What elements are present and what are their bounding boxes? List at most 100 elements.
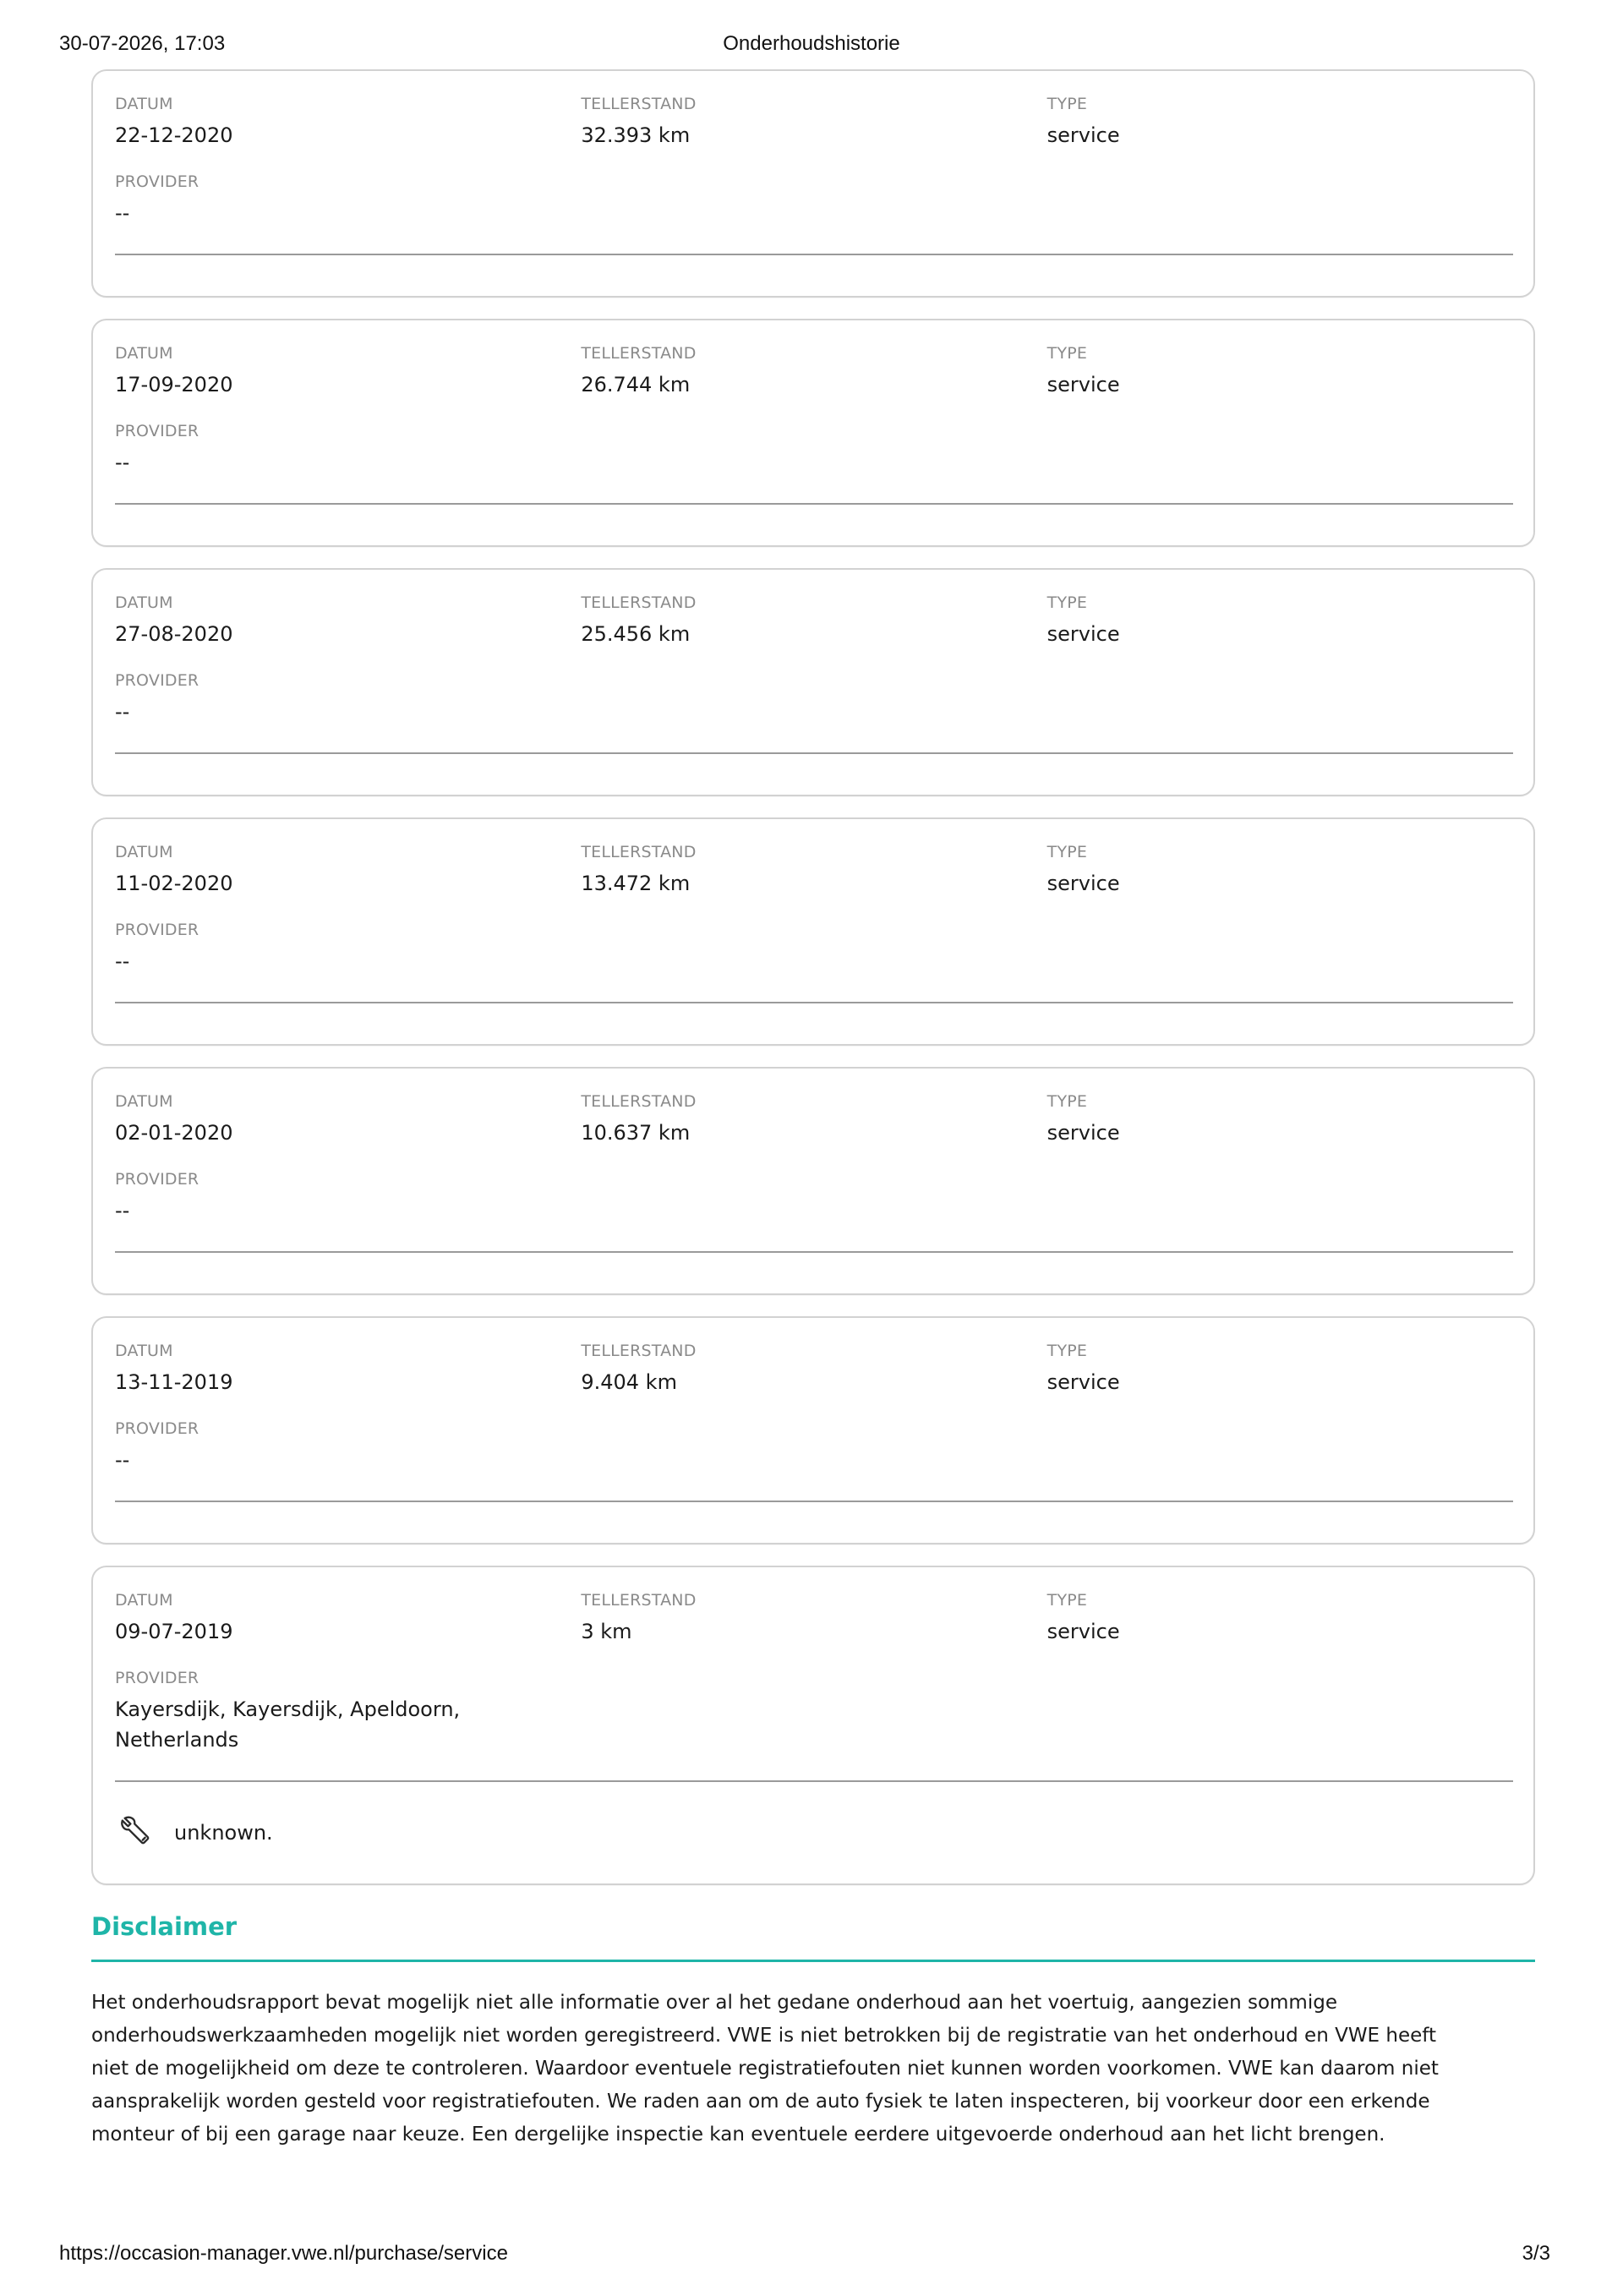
provider-label: PROVIDER xyxy=(115,172,199,191)
provider-value-line2: Netherlands xyxy=(115,1728,239,1752)
provider-field: PROVIDER -- xyxy=(115,422,1513,476)
provider-field: PROVIDER -- xyxy=(115,671,1513,725)
page-number: 3/3 xyxy=(1522,2242,1550,2265)
maintenance-record: DATUM 02-01-2020 TELLERSTAND 10.637 km T… xyxy=(91,1067,1535,1295)
maintenance-record: DATUM 27-08-2020 TELLERSTAND 25.456 km T… xyxy=(91,568,1535,796)
tellerstand-field: TELLERSTAND 32.393 km xyxy=(581,95,1046,149)
disclaimer-line: aansprakelijk worden gesteld voor regist… xyxy=(91,2091,1430,2113)
provider-value: -- xyxy=(115,451,130,474)
datum-label: DATUM xyxy=(115,95,173,113)
type-value: service xyxy=(1046,123,1120,147)
type-label: TYPE xyxy=(1046,344,1088,363)
maintenance-record: DATUM 13-11-2019 TELLERSTAND 9.404 km TY… xyxy=(91,1316,1535,1544)
type-value: service xyxy=(1046,622,1120,646)
type-field: TYPE service xyxy=(1047,95,1513,149)
maintenance-record: DATUM 17-09-2020 TELLERSTAND 26.744 km T… xyxy=(91,319,1535,547)
type-value: service xyxy=(1046,373,1120,396)
page-title: Onderhoudshistorie xyxy=(723,32,900,55)
tellerstand-field: TELLERSTAND 3 km xyxy=(581,1591,1046,1645)
type-label: TYPE xyxy=(1046,843,1088,861)
provider-label: PROVIDER xyxy=(115,422,199,440)
provider-label: PROVIDER xyxy=(115,1419,199,1438)
provider-field: PROVIDER Kayersdijk, Kayersdijk, Apeldoo… xyxy=(115,1669,1513,1753)
tellerstand-value: 25.456 km xyxy=(581,622,691,646)
type-field: TYPE service xyxy=(1047,843,1513,897)
tellerstand-field: TELLERSTAND 9.404 km xyxy=(581,1342,1046,1396)
tellerstand-value: 9.404 km xyxy=(581,1370,677,1394)
datum-label: DATUM xyxy=(115,593,173,612)
tellerstand-field: TELLERSTAND 10.637 km xyxy=(581,1092,1046,1146)
type-value: service xyxy=(1046,1121,1120,1145)
tellerstand-value: 13.472 km xyxy=(581,872,691,895)
datum-value: 17-09-2020 xyxy=(115,373,233,396)
datum-field: DATUM 11-02-2020 xyxy=(115,843,581,897)
provider-value: -- xyxy=(115,700,130,724)
tellerstand-field: TELLERSTAND 13.472 km xyxy=(581,843,1046,897)
provider-value: -- xyxy=(115,1199,130,1222)
type-field: TYPE service xyxy=(1047,344,1513,398)
datum-label: DATUM xyxy=(115,1092,173,1111)
datum-value: 11-02-2020 xyxy=(115,872,233,895)
page-url: https://occasion-manager.vwe.nl/purchase… xyxy=(59,2242,508,2265)
datum-label: DATUM xyxy=(115,1591,173,1610)
provider-label: PROVIDER xyxy=(115,1669,199,1687)
provider-field: PROVIDER -- xyxy=(115,172,1513,227)
disclaimer-line: onderhoudswerkzaamheden mogelijk niet wo… xyxy=(91,2025,1436,2047)
datum-label: DATUM xyxy=(115,344,173,363)
datum-value: 27-08-2020 xyxy=(115,622,233,646)
print-header: 30-07-2026, 17:03 Onderhoudshistorie xyxy=(59,32,1564,61)
provider-value-line1: Kayersdijk, Kayersdijk, Apeldoorn, xyxy=(115,1697,461,1721)
provider-field: PROVIDER -- xyxy=(115,1170,1513,1224)
datum-field: DATUM 09-07-2019 xyxy=(115,1591,581,1645)
tellerstand-value: 26.744 km xyxy=(581,373,691,396)
type-field: TYPE service xyxy=(1047,1342,1513,1396)
type-value: service xyxy=(1046,1370,1120,1394)
datum-value: 13-11-2019 xyxy=(115,1370,233,1394)
provider-field: PROVIDER -- xyxy=(115,1419,1513,1473)
datum-field: DATUM 17-09-2020 xyxy=(115,344,581,398)
provider-field: PROVIDER -- xyxy=(115,921,1513,975)
disclaimer-divider xyxy=(91,1960,1535,1962)
type-label: TYPE xyxy=(1046,1591,1088,1610)
tellerstand-value: 32.393 km xyxy=(581,123,691,147)
tellerstand-label: TELLERSTAND xyxy=(581,95,697,113)
tellerstand-value: 3 km xyxy=(581,1620,632,1643)
type-label: TYPE xyxy=(1046,95,1088,113)
provider-label: PROVIDER xyxy=(115,1170,199,1189)
maintenance-details: unknown. xyxy=(115,1782,1513,1883)
type-label: TYPE xyxy=(1046,1342,1088,1360)
maintenance-record: DATUM 09-07-2019 TELLERSTAND 3 km TYPE s… xyxy=(91,1566,1535,1885)
datum-value: 02-01-2020 xyxy=(115,1121,233,1145)
datum-value: 22-12-2020 xyxy=(115,123,233,147)
tellerstand-field: TELLERSTAND 25.456 km xyxy=(581,593,1046,648)
datum-field: DATUM 02-01-2020 xyxy=(115,1092,581,1146)
datum-field: DATUM 22-12-2020 xyxy=(115,95,581,149)
provider-value: -- xyxy=(115,1448,130,1472)
tellerstand-field: TELLERSTAND 26.744 km xyxy=(581,344,1046,398)
maintenance-records: DATUM 22-12-2020 TELLERSTAND 32.393 km T… xyxy=(91,69,1535,1906)
datum-label: DATUM xyxy=(115,843,173,861)
datum-field: DATUM 27-08-2020 xyxy=(115,593,581,648)
datum-label: DATUM xyxy=(115,1342,173,1360)
tellerstand-label: TELLERSTAND xyxy=(581,1591,697,1610)
tellerstand-label: TELLERSTAND xyxy=(581,593,697,612)
datum-field: DATUM 13-11-2019 xyxy=(115,1342,581,1396)
type-value: service xyxy=(1046,872,1120,895)
disclaimer-title: Disclaimer xyxy=(91,1912,238,1941)
tellerstand-label: TELLERSTAND xyxy=(581,1092,697,1111)
provider-label: PROVIDER xyxy=(115,671,199,690)
type-label: TYPE xyxy=(1046,1092,1088,1111)
datum-value: 09-07-2019 xyxy=(115,1620,233,1643)
disclaimer-line: Het onderhoudsrapport bevat mogelijk nie… xyxy=(91,1992,1337,2014)
tellerstand-label: TELLERSTAND xyxy=(581,1342,697,1360)
type-label: TYPE xyxy=(1046,593,1088,612)
provider-label: PROVIDER xyxy=(115,921,199,939)
type-value: service xyxy=(1046,1620,1120,1643)
wrench-icon xyxy=(121,1816,150,1845)
disclaimer-text: Het onderhoudsrapport bevat mogelijk nie… xyxy=(91,1987,1535,2151)
tellerstand-label: TELLERSTAND xyxy=(581,344,697,363)
maintenance-record: DATUM 11-02-2020 TELLERSTAND 13.472 km T… xyxy=(91,817,1535,1046)
provider-value: -- xyxy=(115,949,130,973)
type-field: TYPE service xyxy=(1047,1092,1513,1146)
type-field: TYPE service xyxy=(1047,593,1513,648)
